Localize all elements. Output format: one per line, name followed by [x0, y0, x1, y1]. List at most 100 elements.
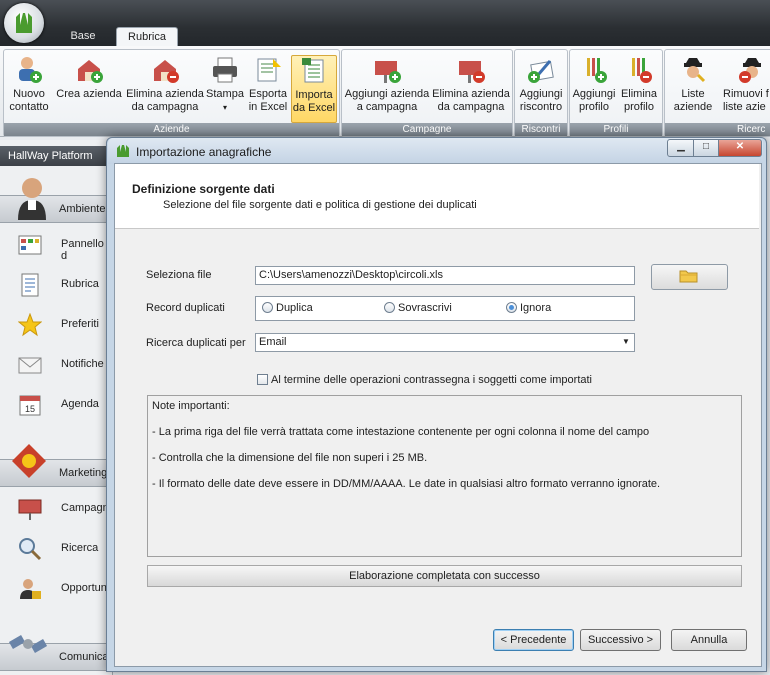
print-label: Stampa — [206, 88, 244, 100]
printer-icon — [210, 55, 240, 85]
search-duplicates-label: Ricerca duplicati per — [146, 337, 246, 349]
remove-profile-label: Elimina profilo — [620, 88, 658, 113]
radio-duplica[interactable] — [262, 302, 273, 313]
sidebar-item-label: Notifiche — [61, 358, 104, 370]
maximize-icon: □ — [702, 141, 710, 152]
sidebar-title: HallWay Platform — [0, 146, 112, 166]
sidebar-item-campagne[interactable]: Campagne — [0, 491, 115, 527]
remove-company-icon — [150, 55, 180, 85]
minimize-button[interactable]: ▁ — [667, 139, 695, 157]
note-item: - Il formato delle date deve essere in D… — [152, 478, 661, 490]
sidebar-item-label: Pannello d — [61, 238, 104, 262]
create-company-label: Crea azienda — [56, 88, 122, 100]
sidebar-item-agenda[interactable]: 15 Agenda — [0, 387, 112, 423]
print-button[interactable]: Stampa ▾ — [205, 55, 245, 114]
new-contact-label: Nuovo contatto — [9, 88, 49, 113]
folder-icon — [679, 268, 698, 283]
import-excel-label: Importa da Excel — [292, 89, 336, 114]
add-contact-icon — [14, 55, 44, 85]
sidebar-item-opportunita[interactable]: Opportun — [0, 571, 112, 607]
company-lists-icon — [678, 55, 708, 85]
new-contact-button[interactable]: Nuovo contatto — [7, 55, 51, 114]
add-feedback-icon — [526, 55, 556, 85]
duplicates-label: Record duplicati — [146, 302, 225, 314]
close-button[interactable]: ✕ — [718, 139, 762, 157]
ribbon-group-profili: Aggiungi profilo Elimina profilo Profili — [569, 49, 663, 137]
remove-from-campaign-icon — [456, 55, 486, 85]
export-excel-button[interactable]: Esporta in Excel — [247, 55, 289, 114]
sidebar-section-label: Comunica — [59, 651, 109, 663]
sidebar-item-pannello[interactable]: Pannello d — [0, 227, 112, 263]
add-to-campaign-button[interactable]: Aggiungi azienda a campagna — [344, 55, 430, 114]
close-icon: ✕ — [735, 141, 745, 152]
sidebar-section-marketing[interactable]: Marketing — [0, 444, 112, 487]
sidebar-item-notifiche[interactable]: Notifiche — [0, 347, 112, 383]
marketing-icon — [12, 444, 46, 478]
magnifier-icon — [19, 538, 42, 561]
sidebar-section-ambiente[interactable]: Ambiente — [0, 178, 112, 223]
ribbon: Nuovo contatto Crea azienda Elimina azie… — [0, 46, 770, 137]
remove-profile-icon — [624, 55, 654, 85]
import-excel-icon — [299, 56, 329, 86]
ribbon-group-riscontri: Aggiungi riscontro Riscontri — [514, 49, 568, 137]
star-icon — [18, 313, 42, 337]
note-item: - Controlla che la dimensione del file n… — [152, 452, 428, 464]
radio-ignora-label: Ignora — [520, 302, 552, 314]
cancel-button[interactable]: Annulla — [671, 629, 747, 651]
radio-sovrascrivi[interactable] — [384, 302, 395, 313]
sidebar-item-rubrica[interactable]: Rubrica — [0, 267, 112, 303]
notes-panel — [147, 395, 742, 557]
minimize-icon: ▁ — [677, 141, 685, 152]
ribbon-group-label: Riscontri — [515, 123, 567, 136]
file-path-input[interactable]: C:\Users\amenozzi\Desktop\circoli.xls — [255, 266, 635, 285]
satellite-icon — [8, 635, 48, 653]
note-item: - La prima riga del file verrà trattata … — [152, 426, 650, 438]
mark-imported-label: Al termine delle operazioni contrassegna… — [271, 374, 592, 386]
notes-title: Note importanti: — [152, 400, 230, 412]
sidebar-section-label: Marketing — [59, 467, 108, 479]
tab-rubrica[interactable]: Rubrica — [116, 27, 178, 48]
remove-from-lists-icon — [737, 55, 767, 85]
address-book-icon — [21, 273, 39, 297]
calendar-icon: 15 — [19, 395, 41, 416]
ribbon-group-label: Aziende — [4, 123, 339, 136]
ribbon-group-ricerca: Liste aziende Rimuovi f liste azie Ricer… — [664, 49, 770, 137]
mark-imported-checkbox[interactable] — [257, 374, 268, 385]
dialog-title: Importazione anagrafiche — [136, 145, 272, 159]
add-company-icon — [74, 55, 104, 85]
envelope-icon — [18, 357, 42, 374]
remove-profile-button[interactable]: Elimina profilo — [618, 55, 660, 114]
ribbon-group-label: Profili — [570, 123, 662, 136]
next-button[interactable]: Successivo > — [580, 629, 661, 651]
sidebar-section-label: Ambiente — [59, 203, 106, 215]
sidebar-section-comunicazioni[interactable]: Comunica — [0, 635, 112, 671]
import-excel-button[interactable]: Importa da Excel — [291, 55, 337, 123]
previous-button[interactable]: < Precedente — [493, 629, 574, 651]
add-feedback-button[interactable]: Aggiungi riscontro — [516, 55, 566, 114]
status-bar: Elaborazione completata con successo — [147, 565, 742, 587]
sidebar-item-label: Agenda — [61, 398, 99, 410]
create-company-button[interactable]: Crea azienda — [56, 55, 122, 101]
add-to-campaign-label: Aggiungi azienda a campagna — [344, 88, 430, 113]
radio-duplica-label: Duplica — [276, 302, 313, 314]
remove-from-campaign-button[interactable]: Elimina azienda da campagna — [432, 55, 510, 114]
sidebar-item-label: Rubrica — [61, 278, 99, 290]
sidebar-item-ricerca[interactable]: Ricerca — [0, 531, 112, 567]
company-lists-button[interactable]: Liste aziende — [669, 55, 717, 114]
search-duplicates-select[interactable]: Email — [255, 333, 635, 352]
remove-from-lists-button[interactable]: Rimuovi f liste azie — [723, 55, 770, 114]
dropdown-arrow-icon: ▼ — [622, 337, 630, 346]
hallway-logo-icon — [115, 144, 131, 158]
add-profile-label: Aggiungi profilo — [572, 88, 616, 113]
ribbon-group-campagne: Aggiungi azienda a campagna Elimina azie… — [341, 49, 513, 137]
add-profile-button[interactable]: Aggiungi profilo — [571, 55, 617, 114]
remove-company-button[interactable]: Elimina azienda da campagna — [125, 55, 205, 114]
maximize-button[interactable]: □ — [693, 139, 719, 157]
tab-base[interactable]: Base — [58, 27, 108, 46]
wizard-header — [115, 164, 759, 229]
radio-ignora[interactable] — [506, 302, 517, 313]
user-avatar-icon — [18, 178, 46, 220]
step-subtitle: Selezione del file sorgente dati e polit… — [163, 199, 477, 211]
hallway-logo-icon[interactable] — [4, 3, 44, 43]
sidebar-item-preferiti[interactable]: Preferiti — [0, 307, 112, 343]
